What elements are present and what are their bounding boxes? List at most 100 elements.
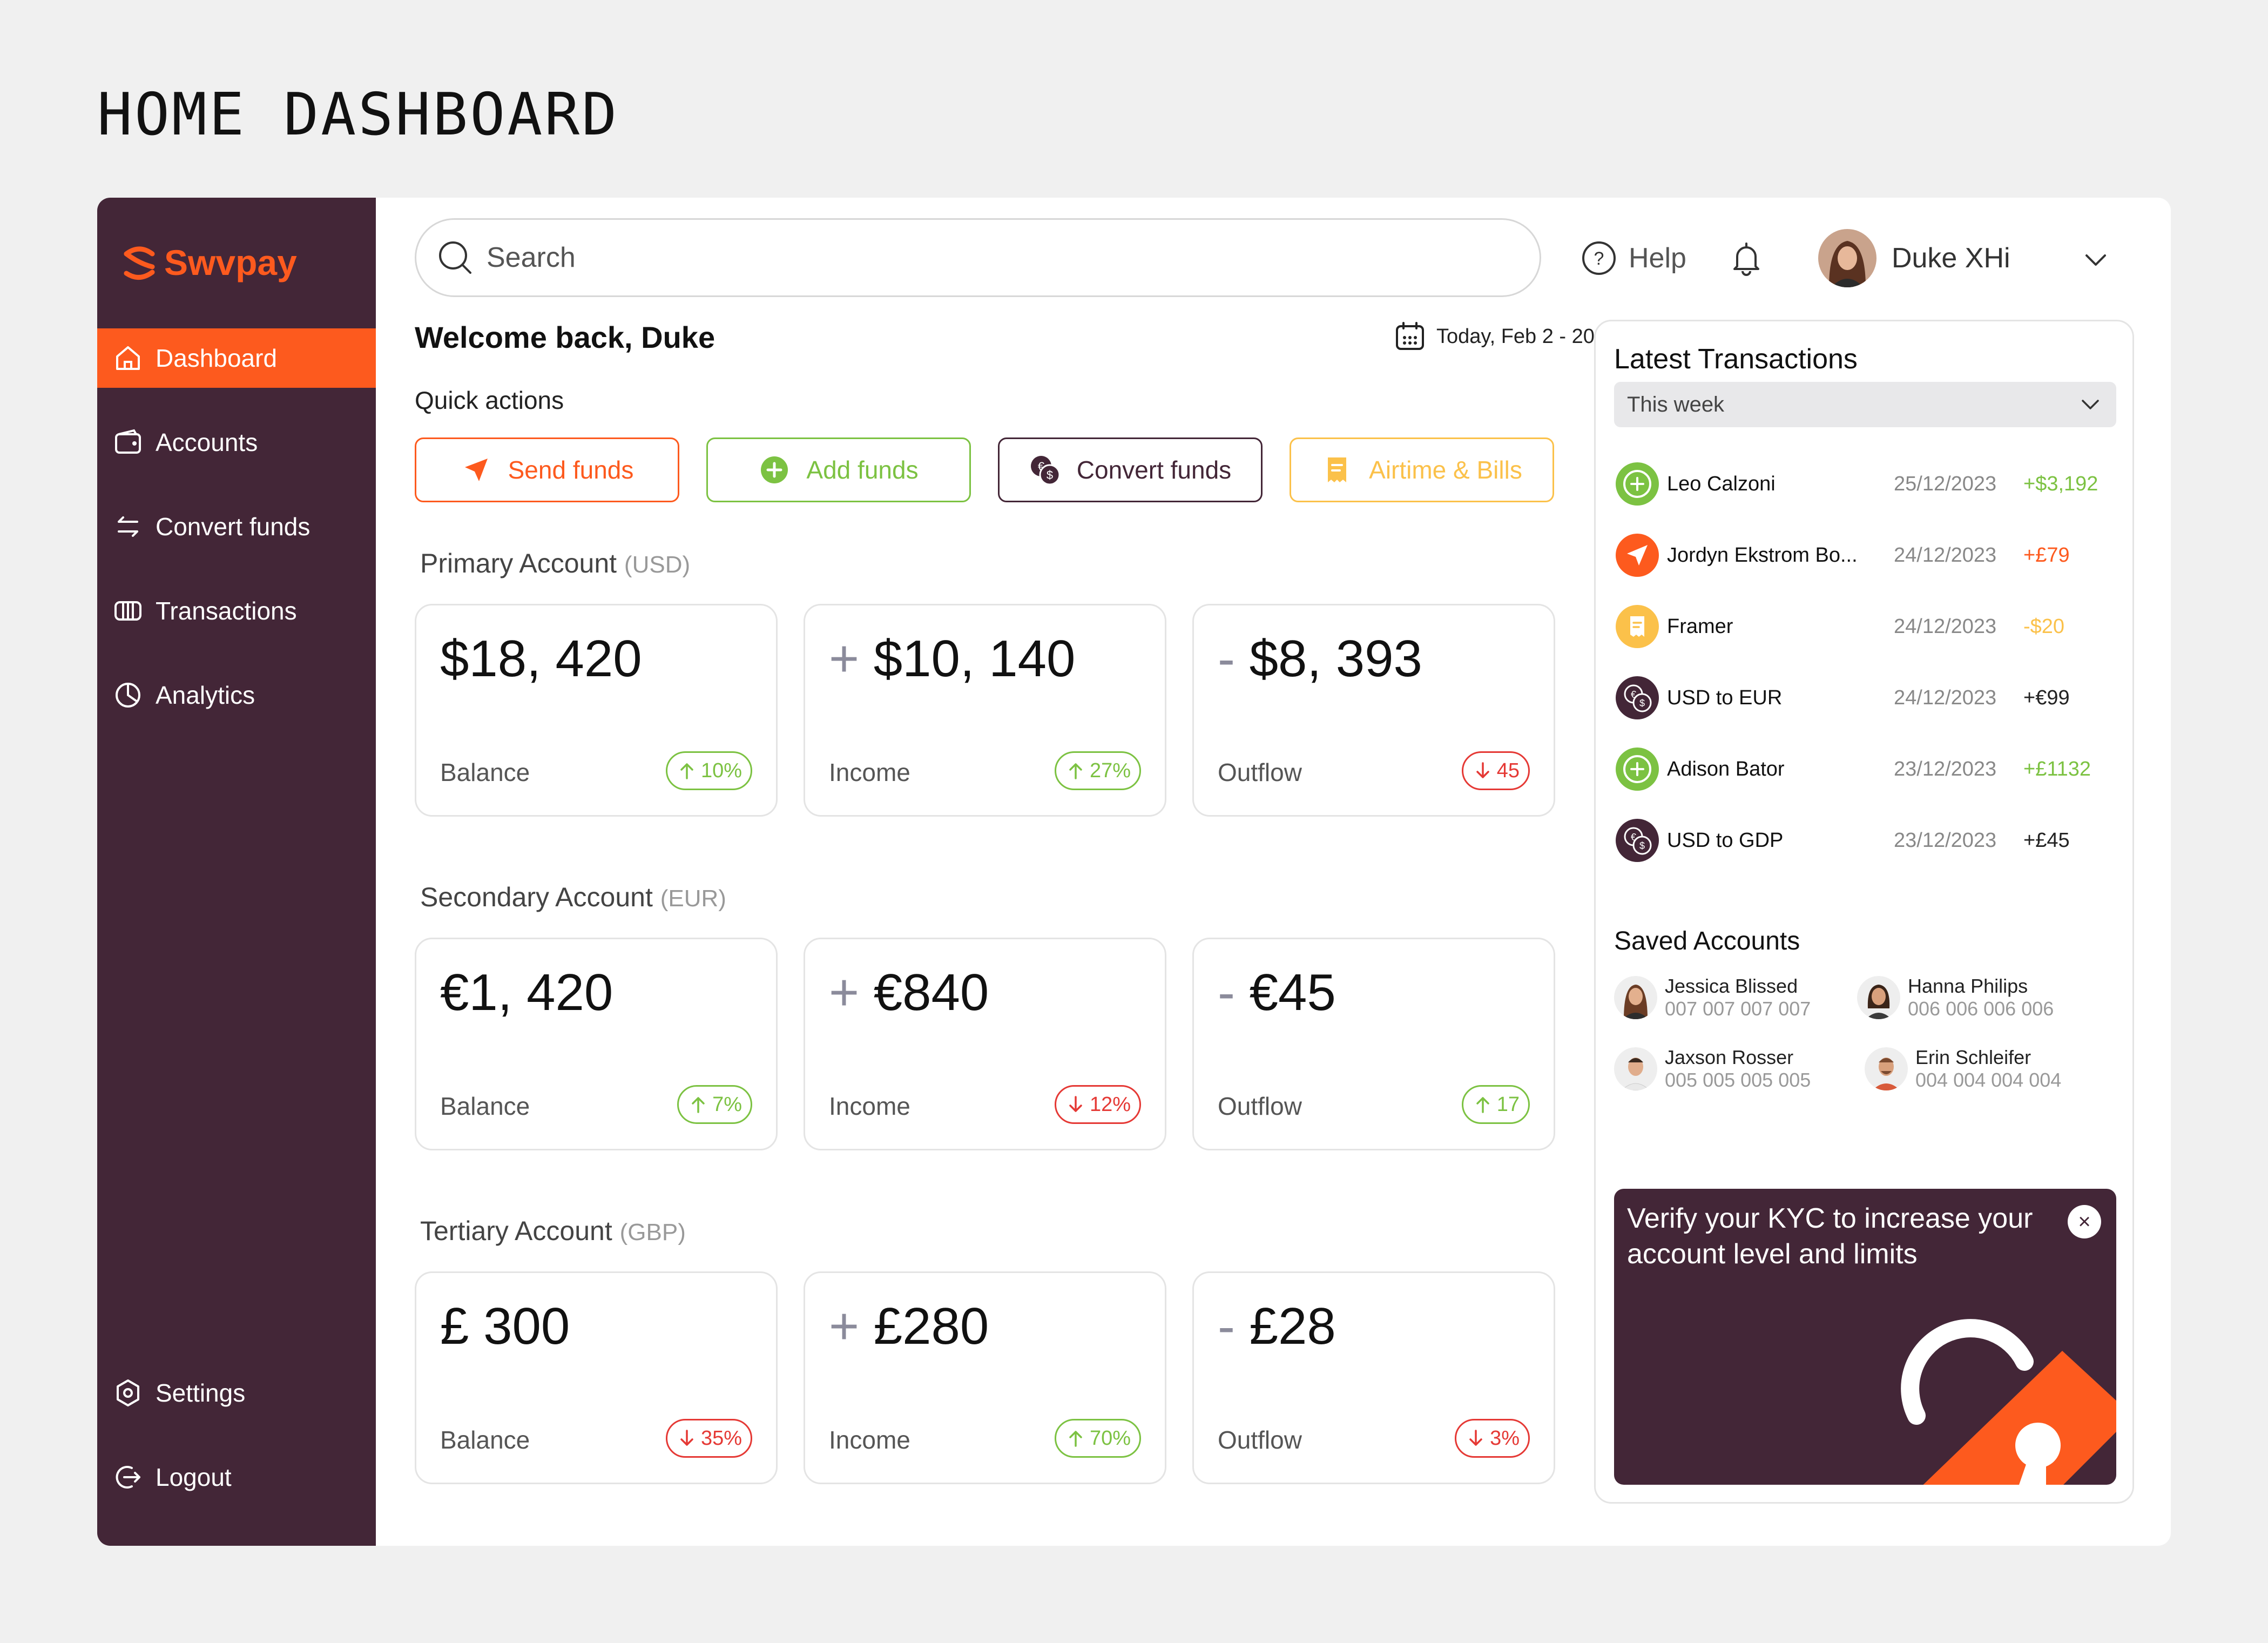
value-sign: -: [1218, 964, 1235, 1021]
outflow-card[interactable]: - £28 Outflow 3%: [1192, 1271, 1555, 1484]
add-funds-button[interactable]: Add funds: [706, 437, 971, 502]
add-funds-label: Add funds: [806, 456, 919, 484]
receipt-icon: [1616, 605, 1659, 648]
transaction-date: 23/12/2023: [1894, 757, 1997, 780]
logout-icon: [116, 1466, 140, 1489]
trend-badge: 7%: [677, 1085, 752, 1124]
help-icon: ?: [1582, 241, 1616, 275]
income-card[interactable]: + £280 Income 70%: [804, 1271, 1166, 1484]
card-label: Balance: [440, 758, 530, 786]
card-value: - $8, 393: [1218, 629, 1422, 689]
saved-accounts-title: Saved Accounts: [1614, 927, 1800, 955]
chevron-down-icon[interactable]: [2080, 244, 2111, 275]
arrow-up-icon: [1069, 763, 1082, 779]
card-value: + £280: [829, 1297, 989, 1356]
nav-item-dashboard[interactable]: Dashboard: [97, 328, 376, 388]
transaction-row[interactable]: € $ USD to GDP 23/12/2023 +£45: [1614, 816, 2116, 865]
user-avatar[interactable]: [1818, 229, 1877, 287]
avatar: [1614, 976, 1657, 1019]
saved-account-name: Jessica Blissed: [1665, 975, 1798, 997]
kyc-text: Verify your KYC to increase your account…: [1627, 1203, 2033, 1270]
close-icon[interactable]: ×: [2068, 1205, 2101, 1238]
saved-account[interactable]: Erin Schleifer 004 004 004 004: [1865, 1046, 2061, 1092]
nav-item-convert-funds[interactable]: Convert funds: [97, 497, 376, 556]
main-content: ? Help Duke XHi Welcome back, Duke Today…: [376, 198, 2171, 1546]
outflow-card[interactable]: - €45 Outflow 17: [1192, 938, 1555, 1150]
transaction-row[interactable]: Framer 24/12/2023 -$20: [1614, 602, 2116, 651]
trend-badge: 12%: [1054, 1085, 1141, 1124]
arrow-down-icon: [680, 1430, 693, 1446]
transaction-date: 25/12/2023: [1894, 472, 1997, 495]
transaction-amount: -$20: [2023, 615, 2065, 638]
brand-logo[interactable]: Swvpay: [119, 242, 297, 283]
income-card[interactable]: + €840 Income 12%: [804, 938, 1166, 1150]
nav-item-accounts[interactable]: Accounts: [97, 413, 376, 472]
transaction-date: 24/12/2023: [1894, 615, 1997, 638]
help-button[interactable]: ? Help: [1581, 240, 1686, 276]
saved-account[interactable]: Jessica Blissed 007 007 007 007: [1614, 975, 1811, 1020]
badge-value: 3%: [1490, 1426, 1520, 1450]
transaction-row[interactable]: € $ USD to EUR 24/12/2023 +€99: [1614, 674, 2116, 722]
value-sign: +: [829, 964, 860, 1021]
search-bar[interactable]: [415, 218, 1541, 297]
nav-item-logout[interactable]: Logout: [97, 1447, 376, 1507]
trend-badge: 27%: [1054, 751, 1141, 790]
value-amount: $8, 393: [1249, 630, 1422, 688]
transaction-amount: +£79: [2023, 543, 2070, 567]
airtime-bills-button[interactable]: Airtime & Bills: [1290, 437, 1554, 502]
date-text: Today, Feb 2 - 2024: [1436, 325, 1618, 348]
pie-chart-icon: [116, 683, 140, 708]
account-title-secondary: Secondary Account (EUR): [420, 881, 726, 913]
add-circle-icon: [1616, 748, 1659, 791]
period-select[interactable]: This week: [1614, 382, 2116, 427]
app-window: Swvpay Dashboard Accounts Convert funds …: [97, 198, 2171, 1546]
nav-item-analytics[interactable]: Analytics: [97, 665, 376, 725]
arrow-up-icon: [680, 763, 693, 779]
balance-card[interactable]: €1, 420 Balance 7%: [415, 938, 778, 1150]
transactions-icon: [114, 601, 141, 621]
notification-bell-icon[interactable]: [1727, 239, 1765, 277]
transaction-row[interactable]: Leo Calzoni 25/12/2023 +$3,192: [1614, 460, 2116, 508]
swap-icon: [118, 516, 138, 537]
saved-account-name: Hanna Philips: [1908, 975, 2028, 997]
income-card[interactable]: + $10, 140 Income 27%: [804, 604, 1166, 817]
value-sign: -: [1218, 1297, 1235, 1355]
kyc-banner[interactable]: Verify your KYC to increase your account…: [1614, 1189, 2116, 1485]
saved-account-name: Jaxson Rosser: [1665, 1046, 1794, 1068]
card-label: Balance: [440, 1092, 530, 1120]
saved-account-number: 007 007 007 007: [1665, 998, 1811, 1020]
transaction-name: USD to GDP: [1667, 829, 1784, 852]
saved-account-number: 006 006 006 006: [1908, 998, 2054, 1020]
trend-badge: 10%: [665, 751, 752, 790]
transaction-row[interactable]: Jordyn Ekstrom Bo... 24/12/2023 +£79: [1614, 531, 2116, 580]
nav-item-transactions[interactable]: Transactions: [97, 581, 376, 641]
outflow-card[interactable]: - $8, 393 Outflow 45: [1192, 604, 1555, 817]
card-label: Income: [829, 1092, 910, 1120]
nav-label: Analytics: [156, 681, 255, 709]
swvpay-logo-icon: [124, 246, 155, 280]
nav-label: Dashboard: [156, 344, 278, 372]
badge-value: 35%: [700, 1426, 742, 1450]
date-display: Today, Feb 2 - 2024: [1393, 320, 1617, 353]
saved-account[interactable]: Jaxson Rosser 005 005 005 005: [1614, 1046, 1811, 1092]
transaction-name: USD to EUR: [1667, 686, 1783, 709]
arrow-down-icon: [1476, 762, 1489, 778]
value-amount: €840: [873, 964, 989, 1021]
arrow-up-icon: [692, 1097, 705, 1113]
value-amount: £280: [873, 1297, 989, 1355]
trend-badge: 35%: [665, 1419, 752, 1458]
saved-account[interactable]: Hanna Philips 006 006 006 006: [1857, 975, 2054, 1020]
send-funds-button[interactable]: Send funds: [415, 437, 679, 502]
brand-name: Swvpay: [164, 243, 297, 282]
card-value: + €840: [829, 963, 989, 1022]
value-amount: $18, 420: [440, 630, 642, 688]
receipt-icon: [1328, 457, 1347, 482]
balance-card[interactable]: $18, 420 Balance 10%: [415, 604, 778, 817]
convert-funds-button[interactable]: € $ Convert funds: [998, 437, 1263, 502]
balance-card[interactable]: £ 300 Balance 35%: [415, 1271, 778, 1484]
transaction-row[interactable]: Adison Bator 23/12/2023 +£1132: [1614, 745, 2116, 793]
account-currency: (USD): [624, 551, 691, 578]
search-input[interactable]: [487, 241, 1459, 274]
value-amount: €45: [1249, 964, 1336, 1021]
nav-item-settings[interactable]: Settings: [97, 1363, 376, 1423]
